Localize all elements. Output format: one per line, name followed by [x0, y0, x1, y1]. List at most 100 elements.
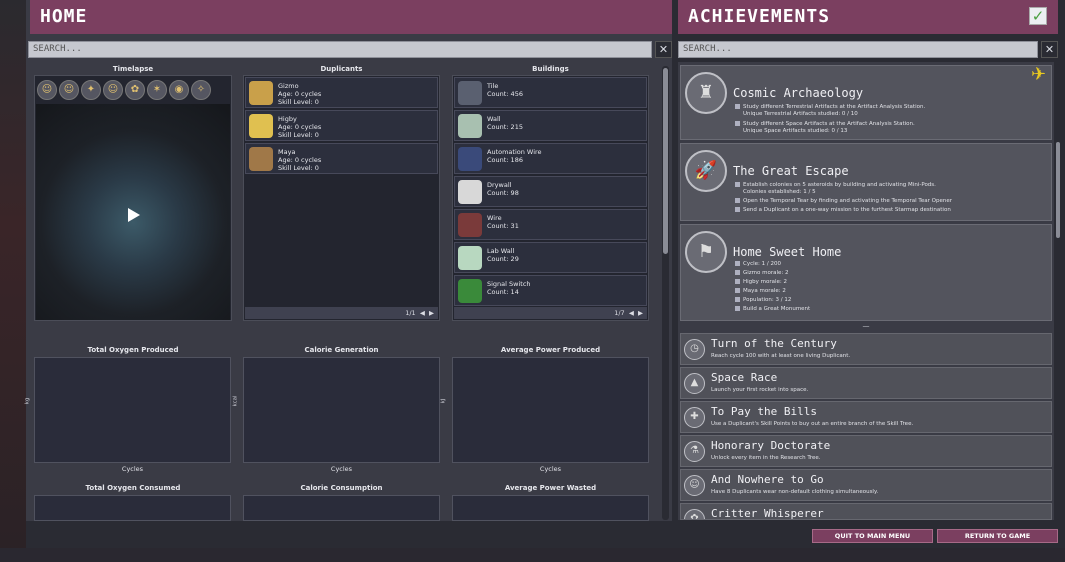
chart-calorie-consumption	[243, 495, 440, 521]
duplicant-row[interactable]: Gizmo Age: 0 cycles Skill Level: 0	[245, 77, 438, 108]
achievement-title: To Pay the Bills	[711, 405, 817, 418]
achievement-title: Turn of the Century	[711, 337, 837, 350]
quit-to-main-menu-button[interactable]: QUIT TO MAIN MENU	[812, 529, 933, 543]
game-background-left	[0, 0, 26, 562]
chart-calorie-generation	[243, 357, 440, 463]
achievement-requirement: Open the Temporal Tear by finding and ac…	[735, 198, 952, 205]
dupe-filter-icon[interactable]: ✿	[125, 80, 145, 100]
buildings-page-count: 1/7	[614, 309, 625, 317]
achievement-and-nowhere-to-go[interactable]: ☺ And Nowhere to Go Have 8 Duplicants we…	[680, 469, 1052, 501]
prev-page-icon[interactable]: ◀	[418, 309, 425, 317]
rocket-badge-icon: ✈	[1031, 64, 1047, 85]
skill-icon: ✚	[684, 407, 705, 428]
building-count: Count: 98	[487, 189, 519, 197]
achievements-search-clear-button[interactable]: ✕	[1041, 41, 1058, 58]
achievement-space-race[interactable]: ▲ Space Race Launch your first rocket in…	[680, 367, 1052, 399]
duplicant-icon: ☺	[684, 475, 705, 496]
chart-y-label: kcal	[232, 395, 239, 407]
achievements-title: ACHIEVEMENTS	[688, 6, 831, 27]
achievement-progress: Unique Space Artifacts studied: 0 / 13	[743, 128, 848, 134]
achievement-critter-whisperer[interactable]: ✿ Critter Whisperer	[680, 503, 1052, 520]
achievements-checkbox[interactable]: ✓	[1029, 7, 1047, 25]
timelapse-title: Timelapse	[112, 65, 154, 73]
building-count: Count: 31	[487, 222, 519, 230]
dupe-filter-icon[interactable]: ✶	[147, 80, 167, 100]
buildings-title: Buildings	[532, 65, 569, 73]
chart-title: Average Power Wasted	[504, 484, 597, 492]
duplicants-list: Gizmo Age: 0 cycles Skill Level: 0 Higby…	[243, 75, 440, 321]
buildings-list: Tile Count: 456 Wall Count: 215 Automati…	[452, 75, 649, 321]
achievements-header: ACHIEVEMENTS	[678, 0, 1058, 34]
achievement-home-sweet-home[interactable]: ⚑ Home Sweet Home Cycle: 1 / 200 Gizmo m…	[680, 224, 1052, 321]
duplicant-row[interactable]: Higby Age: 0 cycles Skill Level: 0	[245, 110, 438, 141]
building-row[interactable]: Wall Count: 215	[454, 110, 647, 141]
building-name: Drywall	[487, 181, 512, 189]
checkbox-icon	[735, 306, 740, 311]
timelapse-dupe-filter: ☺ ☺ ✦ ☺ ✿ ✶ ◉ ✧	[37, 80, 229, 102]
building-row[interactable]: Lab Wall Count: 29	[454, 242, 647, 273]
chart-oxygen-produced	[34, 357, 231, 463]
building-count: Count: 186	[487, 156, 523, 164]
achievement-great-escape[interactable]: 🚀 The Great Escape Establish colonies on…	[680, 143, 1052, 221]
achievements-search-input[interactable]: SEARCH...	[678, 41, 1038, 58]
building-count: Count: 215	[487, 123, 523, 131]
automation-wire-icon	[458, 147, 482, 171]
dupe-filter-icon[interactable]: ✧	[191, 80, 211, 100]
game-background-bottom	[0, 548, 1065, 562]
duplicant-skill: Skill Level: 0	[278, 131, 319, 139]
achievement-title: The Great Escape	[733, 164, 849, 178]
achievements-scrollbar[interactable]	[1055, 64, 1061, 520]
building-row[interactable]: Drywall Count: 98	[454, 176, 647, 207]
building-row[interactable]: Wire Count: 31	[454, 209, 647, 240]
duplicant-skill: Skill Level: 0	[278, 98, 319, 106]
next-page-icon[interactable]: ▶	[636, 309, 643, 317]
building-count: Count: 14	[487, 288, 519, 296]
checkbox-icon	[735, 104, 740, 109]
building-row[interactable]: Automation Wire Count: 186	[454, 143, 647, 174]
achievement-cosmic-archaeology[interactable]: ♜ Cosmic Archaeology Study different Ter…	[680, 65, 1052, 140]
duplicant-skill: Skill Level: 0	[278, 164, 319, 172]
achievements-scrollbar-thumb[interactable]	[1056, 142, 1060, 238]
timelapse-video[interactable]	[36, 104, 230, 320]
dupe-filter-icon[interactable]: ☺	[103, 80, 123, 100]
building-name: Wire	[487, 214, 502, 222]
achievement-turn-of-the-century[interactable]: ◷ Turn of the Century Reach cycle 100 wi…	[680, 333, 1052, 365]
prev-page-icon[interactable]: ◀	[627, 309, 634, 317]
checkbox-icon	[735, 279, 740, 284]
tile-icon	[458, 81, 482, 105]
achievement-requirement: Build a Great Monument	[735, 306, 810, 313]
home-search-input[interactable]: SEARCH...	[28, 41, 652, 58]
rocket-icon: 🚀	[685, 150, 727, 192]
achievement-requirement: Cycle: 1 / 200	[735, 261, 781, 268]
wire-icon	[458, 213, 482, 237]
chart-title: Total Oxygen Consumed	[85, 484, 181, 492]
achievement-description: Use a Duplicant's Skill Points to buy ou…	[711, 421, 914, 427]
play-icon[interactable]	[128, 208, 140, 222]
achievement-title: Cosmic Archaeology	[733, 86, 864, 100]
achievement-title: Critter Whisperer	[711, 507, 824, 520]
achievement-honorary-doctorate[interactable]: ⚗ Honorary Doctorate Unlock every item i…	[680, 435, 1052, 467]
checkbox-icon	[735, 121, 740, 126]
duplicant-row[interactable]: Maya Age: 0 cycles Skill Level: 0	[245, 143, 438, 174]
duplicant-age: Age: 0 cycles	[278, 156, 322, 164]
dupe-filter-icon[interactable]: ✦	[81, 80, 101, 100]
duplicant-name: Maya	[278, 148, 296, 156]
building-row[interactable]: Signal Switch Count: 14	[454, 275, 647, 306]
research-icon: ⚗	[684, 441, 705, 462]
home-search-clear-button[interactable]: ✕	[655, 41, 672, 58]
dupe-filter-icon[interactable]: ☺	[59, 80, 79, 100]
dupe-filter-icon[interactable]: ☺	[37, 80, 57, 100]
duplicant-portrait-icon	[249, 114, 273, 138]
achievement-to-pay-the-bills[interactable]: ✚ To Pay the Bills Use a Duplicant's Ski…	[680, 401, 1052, 433]
next-page-icon[interactable]: ▶	[427, 309, 434, 317]
building-row[interactable]: Tile Count: 456	[454, 77, 647, 108]
checkbox-icon	[735, 207, 740, 212]
artifact-icon: ♜	[685, 72, 727, 114]
achievement-title: Space Race	[711, 371, 778, 384]
return-to-game-button[interactable]: RETURN TO GAME	[937, 529, 1058, 543]
dupe-filter-icon[interactable]: ◉	[169, 80, 189, 100]
checkbox-icon	[735, 198, 740, 203]
duplicants-page-count: 1/1	[405, 309, 416, 317]
home-scrollbar-thumb[interactable]	[663, 68, 668, 254]
drywall-icon	[458, 180, 482, 204]
